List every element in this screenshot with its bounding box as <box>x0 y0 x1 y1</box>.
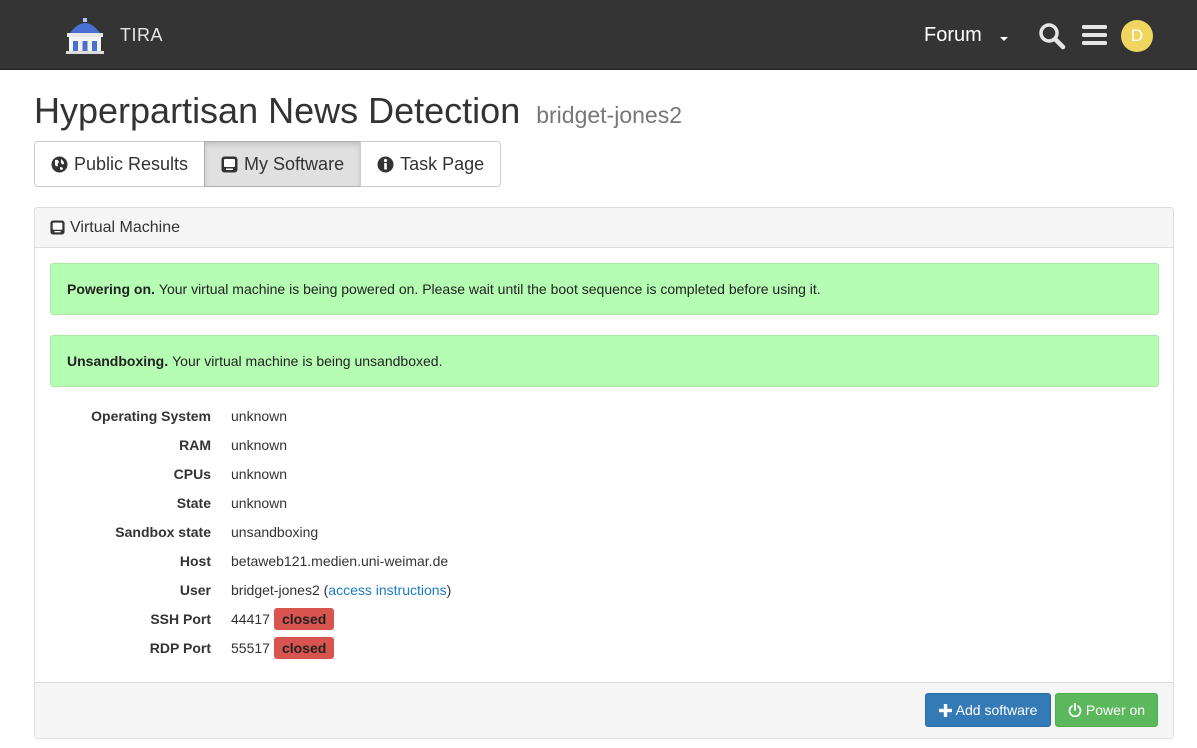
power-on-button[interactable]: Power on <box>1055 693 1158 727</box>
computer-icon <box>221 156 238 173</box>
ssh-port-number: 44417 <box>231 610 270 627</box>
info-value: 44417 closed <box>231 607 335 630</box>
building-logo-icon <box>66 18 104 54</box>
tab-label: Public Results <box>74 153 189 174</box>
info-label: Sandbox state <box>115 523 211 540</box>
rdp-port-number: 55517 <box>231 639 270 656</box>
info-value: unknown <box>231 465 288 482</box>
computer-icon <box>50 220 65 235</box>
hamburger-menu-icon[interactable] <box>1082 24 1107 46</box>
forum-dropdown[interactable]: Forum <box>924 24 1008 47</box>
add-software-button[interactable]: Add software <box>925 693 1051 727</box>
user-name: bridget-jones2 <box>231 581 320 598</box>
tab-label: My Software <box>244 153 345 174</box>
status-badge: closed <box>273 607 335 630</box>
info-value: 55517 closed <box>231 636 335 659</box>
globe-icon <box>51 156 68 173</box>
panel-footer: Add software Power on <box>35 682 1173 738</box>
virtual-machine-panel: Virtual Machine Powering on. Your virtua… <box>34 207 1174 739</box>
info-label: Operating System <box>91 407 211 424</box>
user-avatar[interactable]: D <box>1121 20 1153 52</box>
top-navbar: TIRA Forum D <box>0 0 1197 70</box>
tab-my-software[interactable]: My Software <box>204 141 362 187</box>
task-title: Hyperpartisan News Detection <box>34 90 521 131</box>
vm-info-table: Operating System unknown RAM unknown CPU… <box>50 401 451 662</box>
info-row-ram: RAM unknown <box>50 430 451 459</box>
forum-label: Forum <box>924 24 982 46</box>
info-value: unknown <box>231 436 288 453</box>
paren-close: ) <box>446 581 452 598</box>
user-subtitle: bridget-jones2 <box>536 102 682 128</box>
panel-heading: Virtual Machine <box>35 208 1173 248</box>
alert-unsandboxing: Unsandboxing. Your virtual machine is be… <box>50 335 1159 387</box>
power-icon <box>1068 703 1082 717</box>
info-row-sandbox-state: Sandbox state unsandboxing <box>50 517 451 546</box>
page-title: Hyperpartisan News Detection bridget-jon… <box>34 90 682 132</box>
alert-strong: Powering on. <box>67 281 155 297</box>
alert-text: Your virtual machine is being unsandboxe… <box>172 353 443 369</box>
info-label: RDP Port <box>149 639 211 656</box>
alert-strong: Unsandboxing. <box>67 353 169 369</box>
panel-title: Virtual Machine <box>70 218 180 236</box>
info-value: bridget-jones2 (access instructions) <box>231 582 451 598</box>
info-value: unsandboxing <box>231 523 319 540</box>
info-label: CPUs <box>173 465 211 482</box>
info-label: SSH Port <box>150 610 211 627</box>
info-value: unknown <box>231 494 288 511</box>
info-value: betaweb121.medien.uni-weimar.de <box>231 552 449 569</box>
info-icon <box>377 156 394 173</box>
info-row-os: Operating System unknown <box>50 401 451 430</box>
tab-task-page[interactable]: Task Page <box>360 141 502 187</box>
info-row-cpus: CPUs unknown <box>50 459 451 488</box>
button-label: Power on <box>1085 702 1146 718</box>
tab-public-results[interactable]: Public Results <box>34 141 206 187</box>
info-label: User <box>179 581 211 598</box>
navigation-tabs: Public Results My Software Task Page <box>34 141 502 187</box>
info-row-rdp-port: RDP Port 55517 closed <box>50 633 451 662</box>
caret-down-icon <box>999 36 1008 41</box>
brand[interactable]: TIRA <box>64 15 163 55</box>
info-row-state: State unknown <box>50 488 451 517</box>
tab-label: Task Page <box>400 153 485 174</box>
search-icon[interactable] <box>1038 22 1066 50</box>
info-row-user: User bridget-jones2 (access instructions… <box>50 575 451 604</box>
brand-name: TIRA <box>120 24 164 45</box>
info-value: unknown <box>231 407 288 424</box>
button-label: Add software <box>955 702 1038 718</box>
alert-powering-on: Powering on. Your virtual machine is bei… <box>50 263 1159 315</box>
access-instructions-link[interactable]: access instructions <box>328 582 446 598</box>
plus-icon <box>938 703 952 717</box>
info-row-host: Host betaweb121.medien.uni-weimar.de <box>50 546 451 575</box>
info-label: RAM <box>179 436 211 453</box>
alert-text: Your virtual machine is being powered on… <box>158 281 821 297</box>
info-row-ssh-port: SSH Port 44417 closed <box>50 604 451 633</box>
info-label: State <box>176 494 211 511</box>
info-label: Host <box>179 552 211 569</box>
status-badge: closed <box>273 636 335 659</box>
